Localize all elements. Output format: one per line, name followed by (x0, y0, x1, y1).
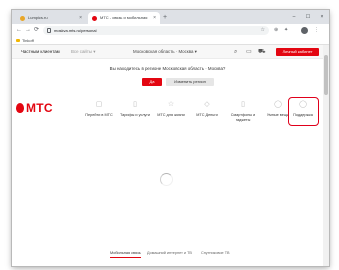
nav-item-label: Смартфоны и гаджеты (230, 113, 256, 122)
menu-icon[interactable]: ⋮ (314, 24, 319, 37)
wallet-icon: ◇ (204, 101, 210, 108)
page-content: Частным клиентам Все сайты ▾ Московская … (12, 45, 323, 266)
tab-satellite-tv[interactable]: Спутниковое ТВ (201, 249, 230, 257)
folder-icon (16, 39, 20, 42)
tab-lumpics[interactable]: Lumpics.ru × (16, 12, 86, 24)
back-button[interactable]: ← (16, 24, 22, 37)
nav-item-mts-for-life[interactable]: ☆ МТС для жизни (154, 101, 188, 118)
confirm-region-button[interactable]: Да (142, 78, 162, 86)
scrollbar-thumb[interactable] (324, 55, 328, 95)
nav-item-label: Тарифы и услуги (120, 113, 150, 117)
tab-label: Lumpics.ru (28, 15, 48, 20)
bookmarks-bar: Tinkoff (12, 37, 329, 45)
profile-avatar[interactable] (301, 27, 308, 34)
extension-puzzle-icon[interactable]: ✦ (284, 24, 288, 37)
phone-icon: ▯ (133, 101, 137, 108)
private-clients-link[interactable]: Частным клиентам (21, 45, 60, 59)
lock-icon (47, 28, 51, 33)
bookmark-star-icon[interactable]: ☆ (261, 26, 265, 35)
forward-button[interactable]: → (25, 24, 31, 37)
address-url[interactable]: moskva.mts.ru/personal (54, 26, 96, 35)
minimize-button[interactable]: – (287, 10, 301, 24)
sim-card-icon: ▢ (95, 101, 103, 108)
tab-mobile[interactable]: Мобильная связь (110, 249, 141, 258)
nav-item-mts-money[interactable]: ◇ МТС Деньги (190, 101, 224, 118)
tab-label: МТС - связь и мобильная (100, 15, 148, 20)
star-icon: ☆ (167, 101, 175, 108)
support-highlight-frame (288, 97, 319, 126)
address-bar[interactable]: moskva.mts.ru/personal ☆ (43, 26, 269, 35)
tab-home-internet[interactable]: Домашний интернет и ТВ (147, 249, 192, 257)
logo-text: МТС (26, 101, 53, 115)
lumpics-favicon (20, 16, 25, 21)
nav-item-label: МТС для жизни (157, 113, 185, 117)
close-icon[interactable]: × (79, 12, 82, 24)
search-icon[interactable]: ⌕ (234, 45, 237, 59)
mts-favicon (92, 16, 97, 21)
change-region-button[interactable]: Изменить регион (166, 78, 214, 86)
close-icon[interactable]: × (153, 12, 156, 24)
new-tab-button[interactable]: + (163, 12, 167, 24)
mts-egg-logo-icon (16, 103, 24, 113)
map-icon[interactable]: ▭ (246, 45, 252, 59)
tab-strip: Lumpics.ru × МТС - связь и мобильная × +… (12, 10, 329, 24)
nav-item-smartphones[interactable]: ▯ Смартфоны и гаджеты (226, 101, 260, 122)
site-topbar: Частным клиентам Все сайты ▾ Московская … (12, 45, 323, 59)
extensions-icon[interactable]: ⊕ (274, 24, 278, 37)
browser-window: Lumpics.ru × МТС - связь и мобильная × +… (12, 10, 329, 266)
reload-button[interactable]: ⟳ (34, 24, 39, 37)
all-sites-dropdown[interactable]: Все сайты ▾ (71, 45, 95, 59)
region-question: Вы находитесь в регионе Московская облас… (109, 66, 226, 71)
nav-item-label: Перейти в МТС (85, 113, 113, 117)
loading-spinner-icon (160, 173, 173, 186)
smartphone-icon: ▯ (241, 101, 245, 108)
tab-mts[interactable]: МТС - связь и мобильная × (88, 12, 160, 24)
toolbar: ← → ⟳ moskva.mts.ru/personal ☆ ⊕ ✦ ⋮ (12, 24, 329, 37)
bookmark-label: Tinkoff (22, 38, 34, 43)
nav-item-go-to-mts[interactable]: ▢ Перейти в МТС (82, 101, 116, 118)
smart-device-icon: ◯ (274, 101, 282, 108)
nav-item-tariffs[interactable]: ▯ Тарифы и услуги (118, 101, 152, 118)
nav-item-label: МТС Деньги (196, 113, 218, 117)
personal-cabinet-button[interactable]: Личный кабинет (276, 48, 319, 56)
window-close-button[interactable]: × (315, 10, 329, 24)
maximize-button[interactable]: ☐ (301, 10, 315, 24)
region-selector[interactable]: Московская область · Москва ▾ (133, 45, 197, 59)
bookmark-item[interactable]: Tinkoff (16, 37, 34, 45)
page-scrollbar[interactable] (323, 45, 329, 266)
cart-icon[interactable]: ⛟ (258, 45, 266, 59)
